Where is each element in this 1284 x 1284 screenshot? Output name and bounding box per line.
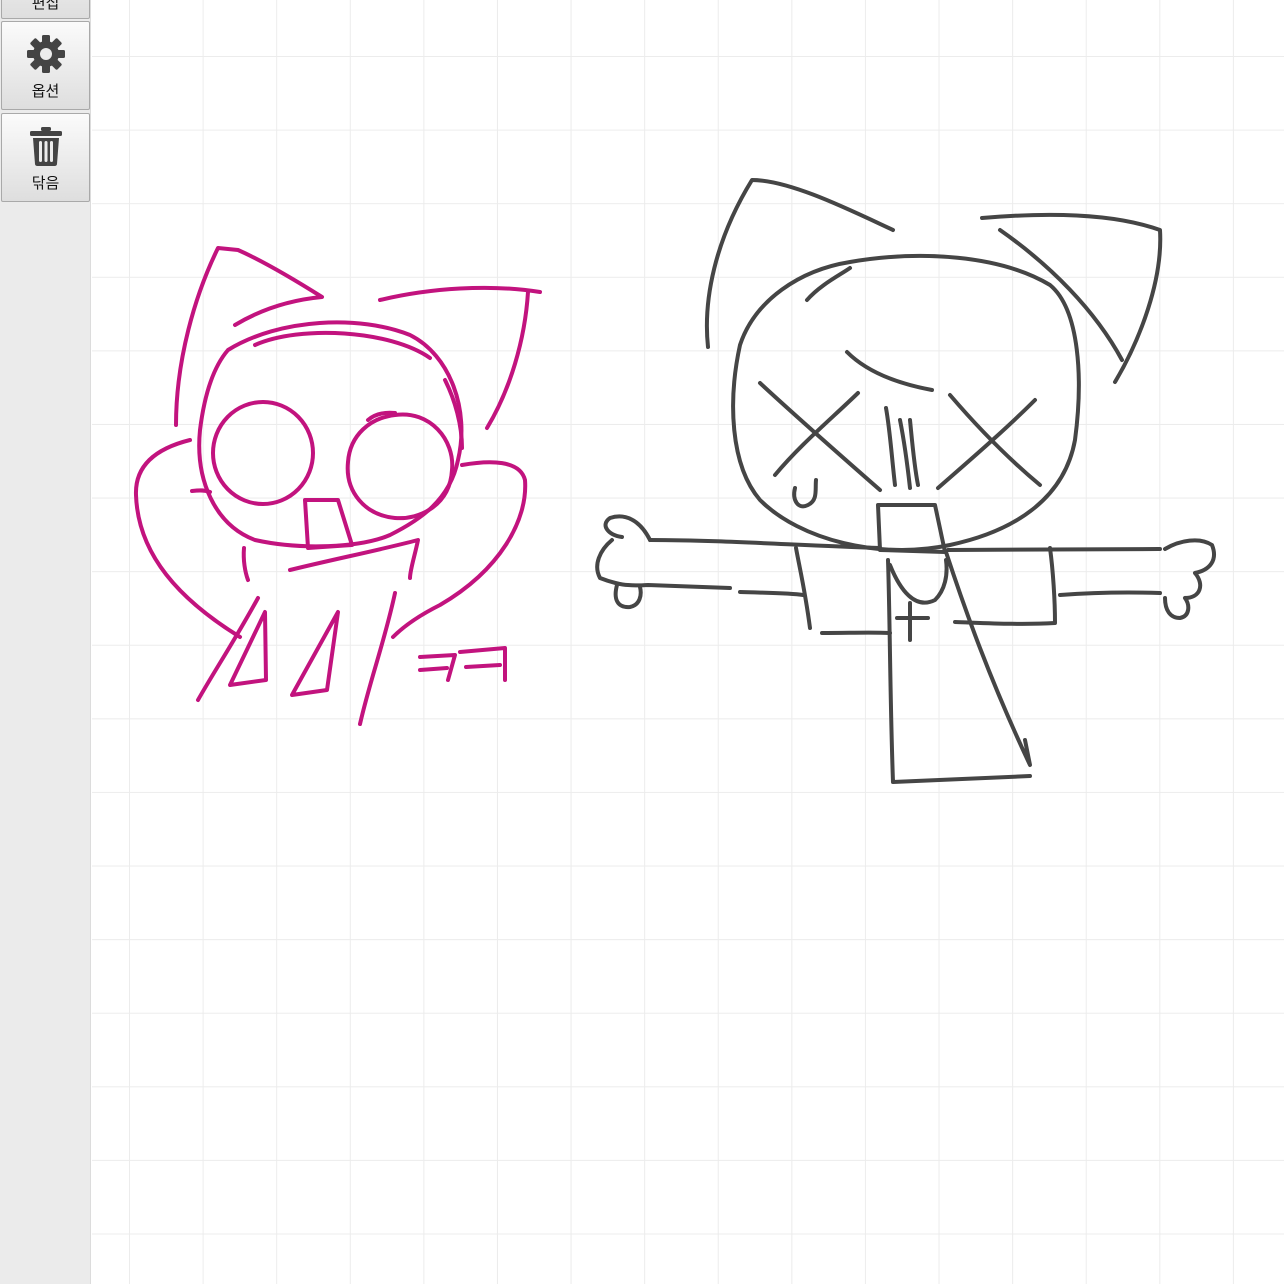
canvas-strokes: [133, 178, 1216, 784]
gray-cat-doodle: [595, 178, 1216, 784]
magenta-cat-doodle: [133, 246, 542, 726]
